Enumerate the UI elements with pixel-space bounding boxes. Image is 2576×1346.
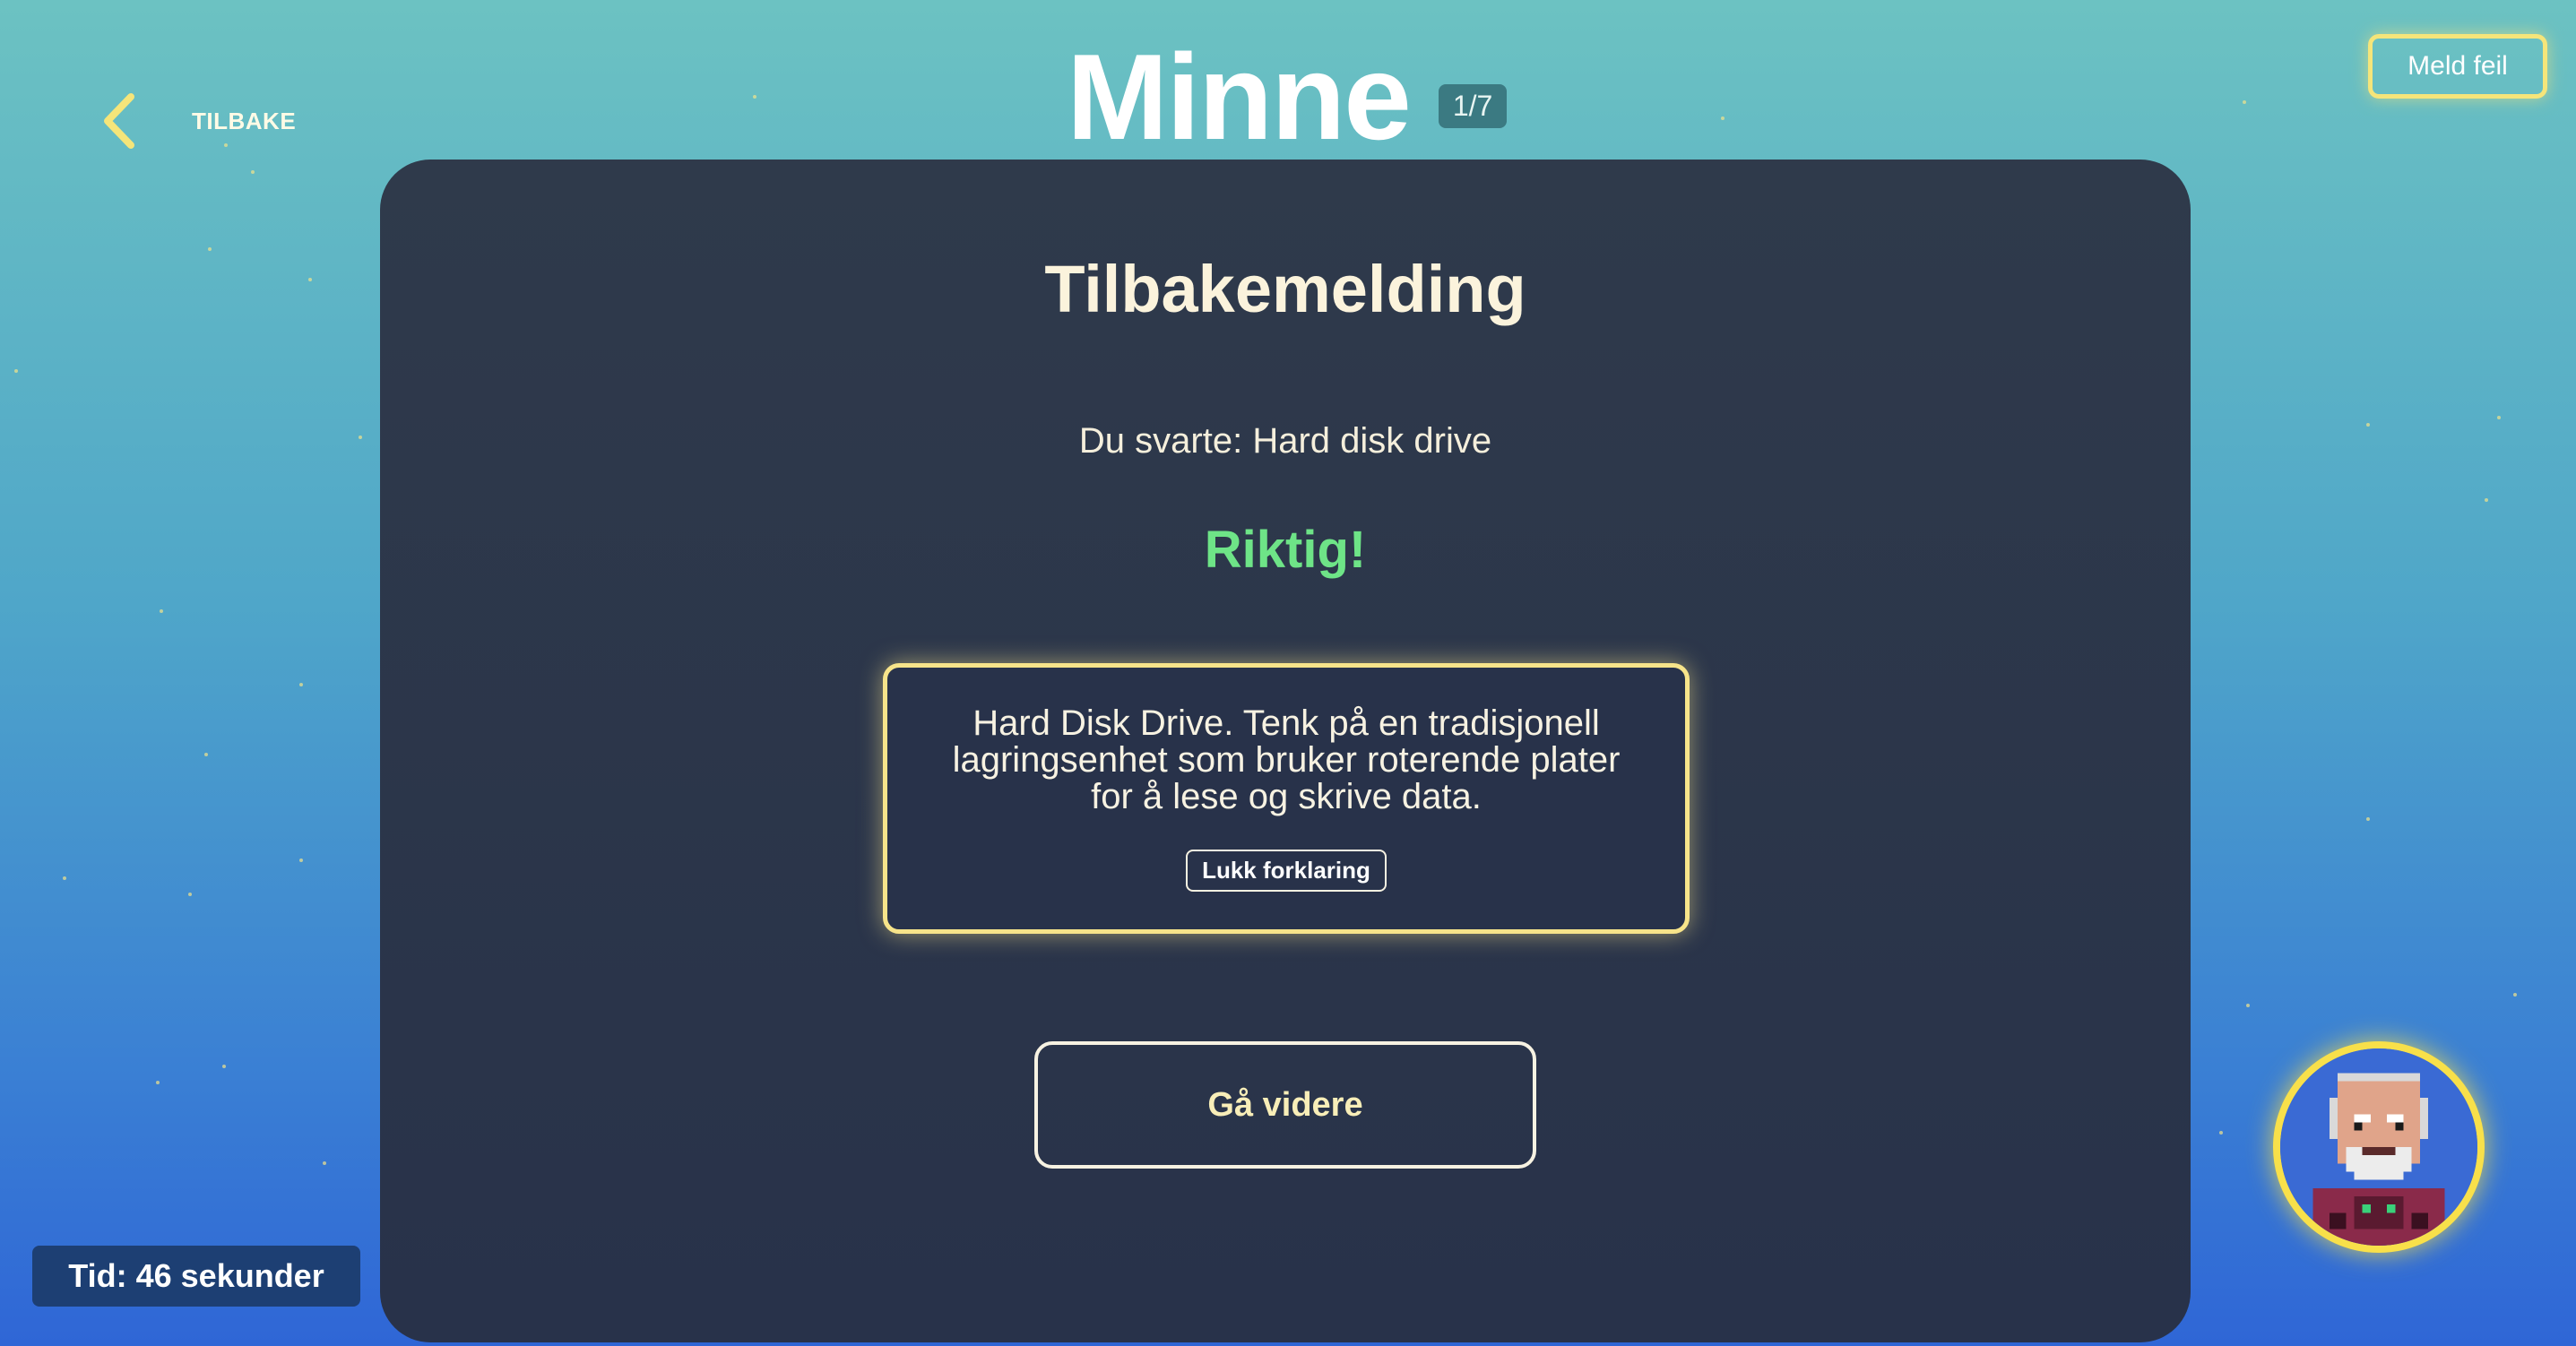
page-title: Minne (1067, 29, 1412, 165)
feedback-card: Tilbakemelding Du svarte: Hard disk driv… (380, 160, 2191, 1342)
close-explanation-button[interactable]: Lukk forklaring (1186, 850, 1387, 892)
back-label: TILBAKE (192, 107, 297, 134)
pixel-avatar-icon (2280, 1048, 2477, 1246)
back-button[interactable]: TILBAKE (99, 90, 296, 152)
explanation-box: Hard Disk Drive. Tenk på en tradisjonell… (883, 663, 1690, 934)
continue-button[interactable]: Gå videre (1034, 1041, 1536, 1169)
question-counter: 1/7 (1438, 83, 1508, 128)
timer-badge: Tid: 46 sekunder (32, 1246, 360, 1307)
report-error-button[interactable]: Meld feil (2368, 34, 2547, 99)
explanation-text: Hard Disk Drive. Tenk på en tradisjonell… (952, 703, 1621, 816)
avatar[interactable] (2273, 1041, 2485, 1253)
page-header: Minne 1/7 (1067, 29, 1508, 165)
card-title: Tilbakemelding (1044, 252, 1526, 326)
answer-text: Du svarte: Hard disk drive (1078, 421, 1492, 461)
result-text: Riktig! (1204, 521, 1367, 579)
chevron-left-icon (104, 93, 134, 149)
